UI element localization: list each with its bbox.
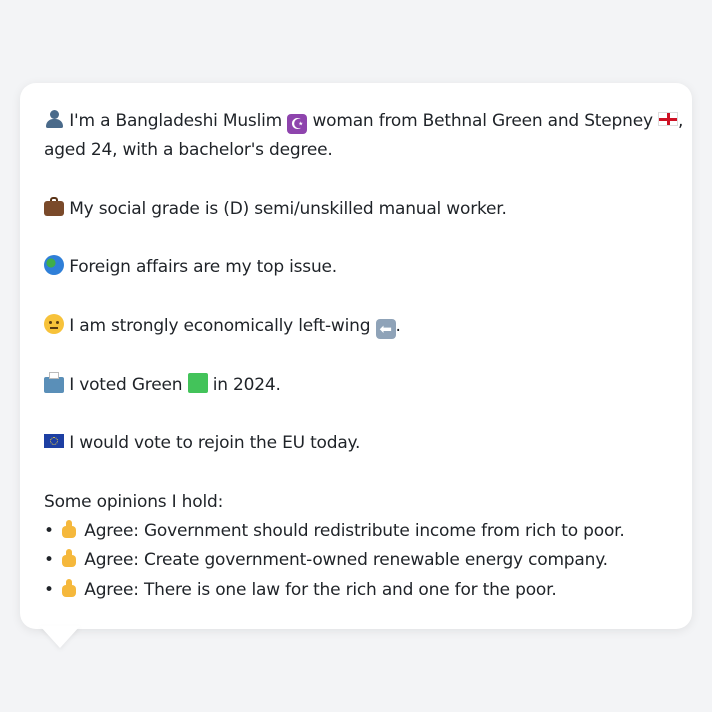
star-and-crescent-icon: ☪ — [287, 114, 308, 134]
globe-icon — [44, 255, 64, 276]
top-issue-paragraph: Foreign affairs are my top issue. — [44, 253, 668, 282]
bullet: • — [44, 550, 54, 571]
opinion-item: • Agree: Create government-owned renewab… — [44, 546, 668, 575]
opinions-section: Some opinions I hold: • Agree: Governmen… — [44, 488, 668, 605]
user-icon — [44, 109, 64, 129]
opinion-text: Agree: Create government-owned renewable… — [84, 550, 608, 571]
opinion-text: Agree: Government should redistribute in… — [84, 521, 625, 542]
bubble-tail — [40, 626, 80, 648]
opinion-text: Agree: There is one law for the rich and… — [84, 579, 557, 600]
identity-line-1: I'm a Bangladeshi Muslim ☪ woman from Be… — [44, 107, 683, 136]
opinion-item: • Agree: Government should redistribute … — [44, 517, 668, 546]
opinions-heading: Some opinions I hold: — [44, 491, 224, 512]
ballot-box-icon — [44, 371, 64, 393]
england-flag-icon — [658, 112, 679, 126]
identity-text-comma: , — [678, 111, 684, 131]
identity-text-a: I'm a Bangladeshi Muslim — [69, 111, 282, 131]
economic-paragraph: I am strongly economically left-wing ⬅. — [44, 312, 668, 341]
thumbs-up-icon — [59, 548, 79, 568]
persona-message-bubble: I'm a Bangladeshi Muslim ☪ woman from Be… — [20, 83, 692, 629]
vote-paragraph: I voted Green in 2024. — [44, 371, 668, 400]
thumbs-up-icon — [59, 519, 79, 539]
economic-text: I am strongly economically left-wing — [69, 316, 371, 337]
eu-text: I would vote to rejoin the EU today. — [69, 433, 361, 454]
top-issue-text: Foreign affairs are my top issue. — [69, 257, 337, 278]
social-grade-paragraph: My social grade is (D) semi/unskilled ma… — [44, 195, 668, 224]
bullet: • — [44, 521, 54, 542]
bullet: • — [44, 579, 54, 600]
vote-text-a: I voted Green — [69, 374, 183, 395]
thinking-face-icon — [44, 314, 64, 335]
briefcase-icon — [44, 196, 64, 216]
identity-paragraph: I'm a Bangladeshi Muslim ☪ woman from Be… — [44, 107, 683, 166]
eu-flag-icon — [44, 434, 64, 449]
identity-text-b: woman from Bethnal Green and Stepney — [312, 111, 653, 131]
left-arrow-icon: ⬅ — [375, 319, 396, 340]
vote-text-b: in 2024. — [212, 374, 281, 395]
social-grade-text: My social grade is (D) semi/unskilled ma… — [69, 198, 507, 219]
economic-end: . — [395, 316, 401, 337]
eu-paragraph: I would vote to rejoin the EU today. — [44, 429, 668, 458]
thumbs-up-icon — [59, 578, 79, 598]
green-square-icon — [187, 372, 208, 393]
identity-line-2: aged 24, with a bachelor's degree. — [44, 140, 333, 161]
opinion-item: • Agree: There is one law for the rich a… — [44, 576, 668, 605]
